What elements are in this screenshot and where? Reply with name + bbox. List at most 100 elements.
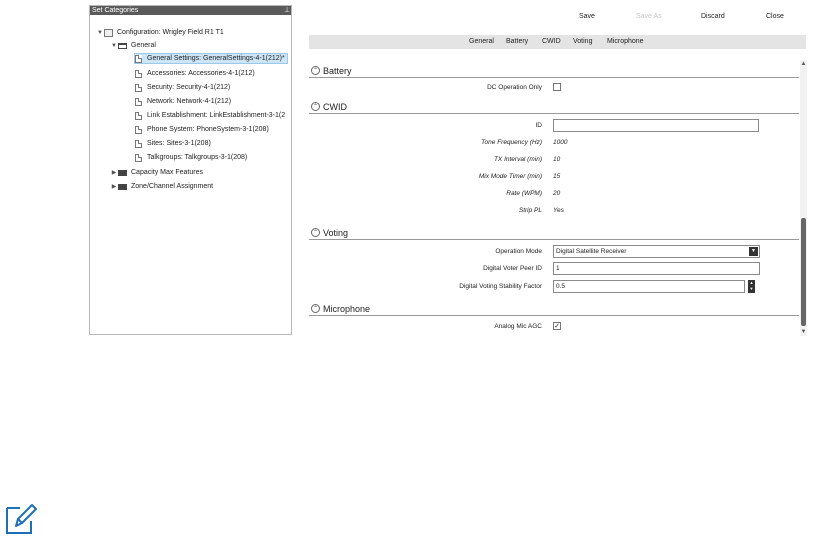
set-categories-panel: Set Categories ⊥ ▼ Configuration: Wrigle…	[89, 5, 292, 335]
tab-battery[interactable]: Battery	[506, 38, 528, 45]
tree-node-label: General	[131, 42, 156, 49]
dc-operation-checkbox[interactable]	[553, 83, 561, 91]
document-icon	[135, 83, 142, 92]
strip-pl-row: Strip PL Yes	[309, 204, 799, 218]
collapse-chevron-icon[interactable]: ⌃	[311, 102, 320, 111]
dc-operation-row: DC Operation Only	[309, 81, 799, 95]
tree-node-general[interactable]: ▼ General	[110, 40, 156, 51]
section-microphone-header[interactable]: ⌃ Microphone	[309, 302, 799, 316]
expand-arrow-icon[interactable]: ▼	[110, 43, 118, 49]
tree-node-capacity-max[interactable]: ▶ Capacity Max Features	[110, 167, 203, 178]
tree-node-label: Network: Network-4-1(212)	[147, 98, 232, 105]
tree-node-label: Sites: Sites-3-1(208)	[147, 140, 211, 147]
cwid-id-row: ID	[309, 119, 799, 133]
document-icon	[135, 125, 142, 134]
dropdown-arrow-icon[interactable]: ▼	[749, 247, 758, 256]
tree-node-general-settings[interactable]: General Settings: GeneralSettings-4-1(21…	[134, 53, 288, 64]
screenshot-root: Set Categories ⊥ ▼ Configuration: Wrigle…	[0, 0, 816, 538]
scroll-down-icon[interactable]: ▼	[800, 329, 807, 336]
tree-node-label: Capacity Max Features	[131, 169, 203, 176]
tree-node-network[interactable]: Network: Network-4-1(212)	[135, 96, 231, 107]
tone-frequency-label: Tone Frequency (Hz)	[481, 139, 542, 146]
tone-frequency-row: Tone Frequency (Hz) 1000	[309, 136, 799, 150]
tree-node-sites[interactable]: Sites: Sites-3-1(208)	[135, 138, 211, 149]
folder-icon	[118, 183, 127, 190]
tree-node-security[interactable]: Security: Security-4-1(212)	[135, 82, 230, 93]
tree-node-phone-system[interactable]: Phone System: PhoneSystem-3-1(208)	[135, 124, 269, 135]
section-battery-header[interactable]: ⌃ Battery	[309, 64, 799, 78]
document-icon	[135, 139, 142, 148]
voter-peer-id-input[interactable]: 1	[553, 262, 760, 275]
folder-icon	[118, 169, 127, 176]
stability-factor-label: Digital Voting Stability Factor	[459, 283, 542, 290]
collapse-chevron-icon[interactable]: ⌃	[311, 304, 320, 313]
save-button[interactable]: Save	[579, 13, 595, 20]
folder-open-icon	[118, 42, 127, 49]
voter-peer-id-label: Digital Voter Peer ID	[483, 265, 542, 272]
note-pencil-icon	[6, 504, 37, 534]
document-icon	[135, 69, 142, 78]
mix-mode-timer-label: Mix Mode Timer (min)	[478, 173, 542, 180]
voter-peer-id-row: Digital Voter Peer ID 1	[309, 262, 799, 276]
save-as-button[interactable]: Save As	[636, 13, 662, 20]
tree-node-talkgroups[interactable]: Talkgroups: Talkgroups-3-1(208)	[135, 152, 247, 163]
operation-mode-label: Operation Mode	[495, 248, 542, 255]
mic-agc-checkbox[interactable]: ✓	[553, 322, 561, 330]
collapse-arrow-icon[interactable]: ▶	[110, 169, 118, 176]
panel-header: Set Categories ⊥	[90, 6, 291, 15]
document-icon	[135, 153, 142, 162]
section-voting-header[interactable]: ⌃ Voting	[309, 226, 799, 240]
tree-node-configuration[interactable]: ▼ Configuration: Wrigley Field R1 T1	[96, 27, 224, 38]
scroll-up-icon[interactable]: ▲	[800, 61, 807, 68]
close-button[interactable]: Close	[766, 13, 784, 20]
document-icon	[135, 97, 142, 106]
mic-agc-row: Analog Mic AGC ✓	[309, 320, 799, 334]
vertical-scrollbar[interactable]: ▲ ▼	[800, 60, 807, 336]
tree-node-zone-channel[interactable]: ▶ Zone/Channel Assignment	[110, 181, 213, 192]
expand-arrow-icon[interactable]: ▼	[96, 30, 104, 36]
operation-mode-row: Operation Mode Digital Satellite Receive…	[309, 245, 799, 259]
strip-pl-value: Yes	[553, 207, 564, 214]
tab-general[interactable]: General	[469, 38, 494, 45]
tree-node-link-establishment[interactable]: Link Establishment: LinkEstablishment-3-…	[135, 110, 285, 121]
dc-operation-label: DC Operation Only	[487, 84, 542, 91]
collapse-arrow-icon[interactable]: ▶	[110, 183, 118, 190]
operation-mode-dropdown[interactable]: Digital Satellite Receiver ▼	[553, 245, 760, 258]
discard-button[interactable]: Discard	[701, 13, 725, 20]
section-title: Microphone	[323, 303, 371, 314]
spinner-icon[interactable]: ▲ ▼	[748, 280, 755, 293]
collapse-chevron-icon[interactable]: ⌃	[311, 228, 320, 237]
scrollbar-thumb[interactable]	[801, 218, 806, 326]
tab-microphone[interactable]: Microphone	[607, 38, 644, 45]
panel-title: Set Categories	[92, 7, 139, 14]
rate-row: Rate (WPM) 20	[309, 187, 799, 201]
strip-pl-label: Strip PL	[518, 207, 542, 214]
mix-mode-timer-row: Mix Mode Timer (min) 15	[309, 170, 799, 184]
tree-node-label: Link Establishment: LinkEstablishment-3-…	[147, 112, 286, 119]
tree-node-label: Accessories: Accessories-4-1(212)	[147, 70, 255, 77]
tree-node-label: Phone System: PhoneSystem-3-1(208)	[147, 126, 269, 133]
tab-voting[interactable]: Voting	[573, 38, 592, 45]
collapse-chevron-icon[interactable]: ⌃	[311, 66, 320, 75]
mix-mode-timer-value: 15	[553, 173, 561, 180]
tree-node-accessories[interactable]: Accessories: Accessories-4-1(212)	[135, 68, 255, 79]
rate-label: Rate (WPM)	[506, 190, 542, 197]
stability-factor-input[interactable]: 0.5	[553, 280, 745, 293]
tab-cwid[interactable]: CWID	[542, 38, 561, 45]
tx-interval-row: TX Interval (min) 10	[309, 153, 799, 167]
pin-icon[interactable]: ⊥	[283, 6, 291, 15]
section-title: Battery	[323, 65, 352, 76]
mic-agc-label: Analog Mic AGC	[494, 323, 542, 330]
cwid-id-label: ID	[535, 122, 543, 129]
stability-factor-row: Digital Voting Stability Factor 0.5 ▲ ▼	[309, 280, 799, 294]
section-title: Voting	[323, 227, 349, 238]
settings-content: ⌃ Battery DC Operation Only ⌃ CWID ID To…	[309, 60, 799, 336]
rate-value: 20	[553, 190, 561, 197]
document-icon	[135, 111, 142, 120]
section-tabs: General Battery CWID Voting Microphone	[309, 35, 806, 49]
section-cwid-header[interactable]: ⌃ CWID	[309, 100, 799, 114]
cwid-id-input[interactable]	[553, 119, 759, 132]
tree-node-label: Configuration: Wrigley Field R1 T1	[117, 29, 224, 36]
toolbar: Save Save As Discard Close	[301, 13, 809, 25]
tree-node-label: Zone/Channel Assignment	[131, 183, 214, 190]
